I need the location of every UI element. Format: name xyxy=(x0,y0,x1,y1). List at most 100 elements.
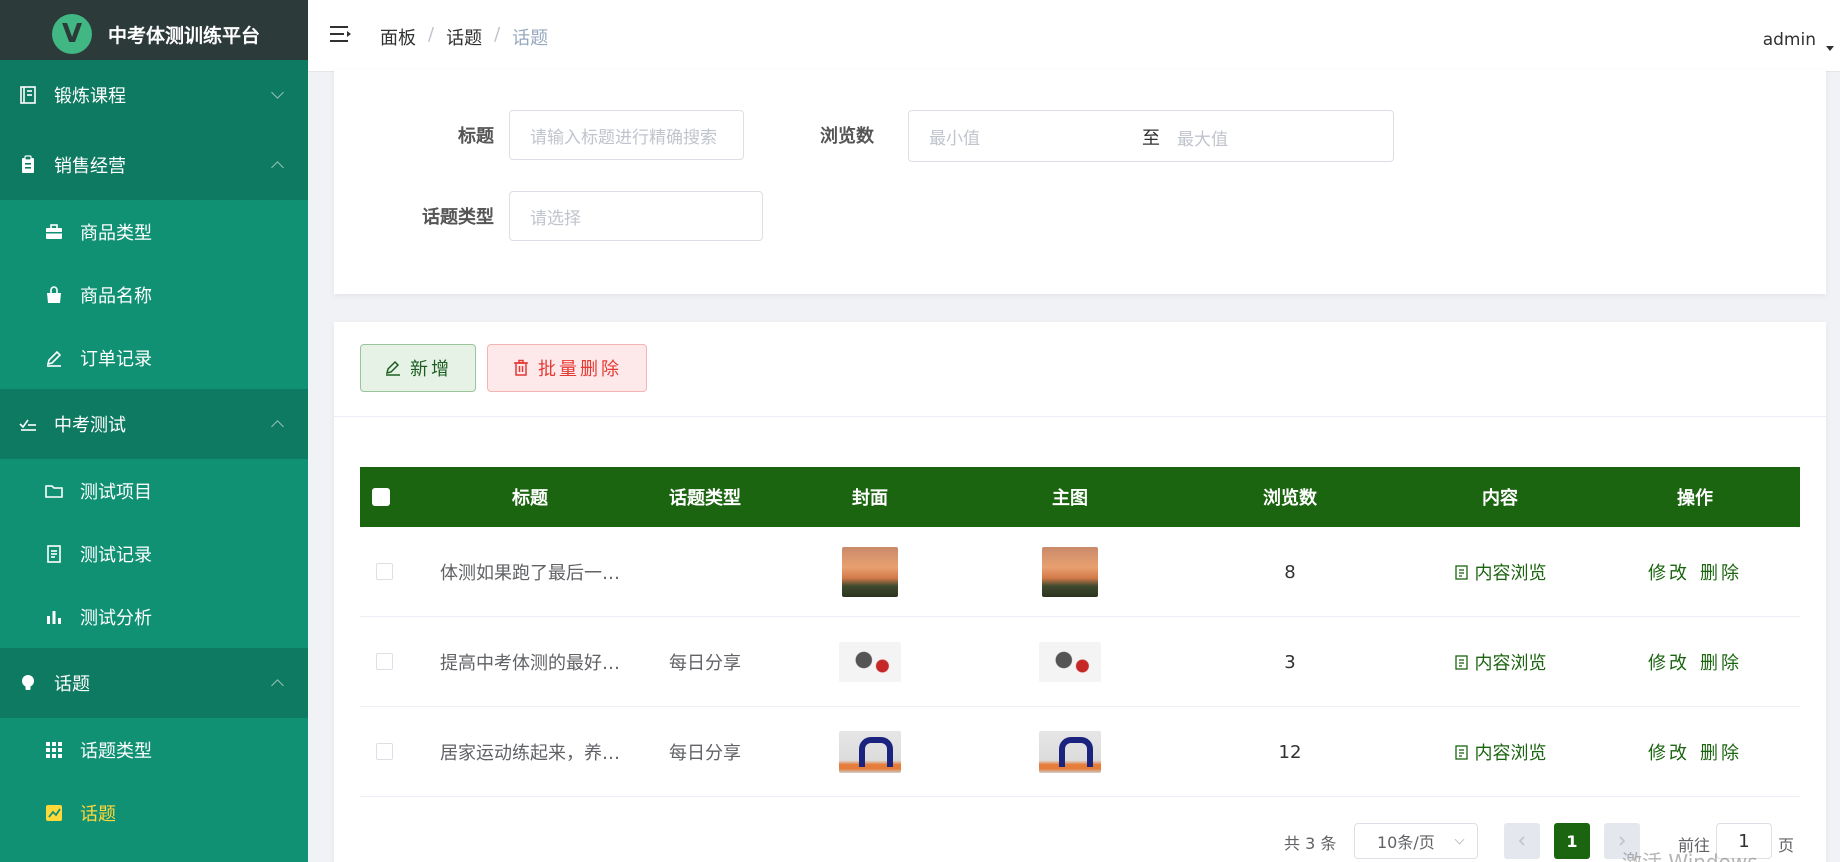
batch-delete-button[interactable]: 批量删除 xyxy=(487,344,647,392)
breadcrumb-item[interactable]: 面板 xyxy=(380,24,416,50)
menu-toggle-icon[interactable] xyxy=(330,24,352,44)
cell-actions: 修改 删除 xyxy=(1600,707,1790,797)
document-icon xyxy=(1454,564,1468,580)
sidebar-item-label: 商品类型 xyxy=(80,222,152,244)
breadcrumb-separator: / xyxy=(428,24,435,45)
sidebar-item-topics[interactable]: 话题 xyxy=(0,781,308,844)
delete-button[interactable]: 删除 xyxy=(1700,559,1742,585)
table-row: 提高中考体测的最好… 每日分享 3 内容浏览 修改 删除 xyxy=(360,617,1800,707)
sidebar-item-label: 话题类型 xyxy=(80,740,152,762)
delete-button[interactable]: 删除 xyxy=(1700,739,1742,765)
top-header: 面板 / 话题 / 话题 admin xyxy=(308,0,1840,72)
document-icon xyxy=(44,544,64,564)
content-view-link[interactable]: 内容浏览 xyxy=(1454,739,1547,765)
divider xyxy=(334,416,1826,417)
add-button[interactable]: 新增 xyxy=(360,344,476,392)
sidebar-group-sales[interactable]: 销售经营 xyxy=(0,130,308,200)
grid-icon xyxy=(44,740,64,760)
cell-title: 提高中考体测的最好… xyxy=(440,653,620,674)
sidebar-item-test-records[interactable]: 测试记录 xyxy=(0,522,308,585)
folder-icon xyxy=(44,481,64,501)
table-row: 居家运动练起来，养… 每日分享 12 内容浏览 修改 删除 xyxy=(360,707,1800,797)
sidebar-group-courses[interactable]: 锻炼课程 xyxy=(0,60,308,130)
cell-actions: 修改 删除 xyxy=(1600,617,1790,707)
cell-image xyxy=(1000,527,1140,617)
sidebar-item-test-analysis[interactable]: 测试分析 xyxy=(0,585,308,648)
range-separator: 至 xyxy=(1142,128,1160,149)
edit-button[interactable]: 修改 xyxy=(1648,649,1690,675)
main-image[interactable] xyxy=(1039,642,1101,682)
sidebar-group-topics[interactable]: 话题 xyxy=(0,648,308,718)
cover-image[interactable] xyxy=(839,731,901,773)
sidebar-item-product-names[interactable]: 商品名称 xyxy=(0,263,308,326)
sidebar-item-product-types[interactable]: 商品类型 xyxy=(0,200,308,263)
app-logo: V xyxy=(52,14,92,54)
edit-button[interactable]: 修改 xyxy=(1648,559,1690,585)
placeholder: 请选择 xyxy=(530,208,581,229)
pagination-total: 共 3 条 xyxy=(1284,834,1337,853)
cover-image[interactable] xyxy=(842,547,898,597)
column-header: 浏览数 xyxy=(1263,488,1317,509)
row-checkbox[interactable] xyxy=(376,743,393,760)
row-checkbox[interactable] xyxy=(376,563,393,580)
book-icon xyxy=(18,85,38,105)
cover-image[interactable] xyxy=(839,642,901,682)
page-number-current[interactable]: 1 xyxy=(1554,823,1590,859)
table-header: 标题 话题类型 封面 主图 浏览数 内容 操作 xyxy=(360,467,1800,527)
cell-type xyxy=(625,527,785,617)
cell-content: 内容浏览 xyxy=(1410,527,1590,617)
content-view-link[interactable]: 内容浏览 xyxy=(1454,559,1547,585)
topic-type-select[interactable]: 请选择 xyxy=(509,191,763,241)
table-panel: 新增 批量删除 标题 话题类型 封面 主图 浏览数 内容 操作 体测如果跑了最后… xyxy=(334,322,1826,862)
content-view-label: 内容浏览 xyxy=(1474,563,1547,584)
cell-image xyxy=(1000,707,1140,797)
content-view-link[interactable]: 内容浏览 xyxy=(1454,649,1547,675)
briefcase-icon xyxy=(44,222,64,242)
page-suffix: 页 xyxy=(1778,836,1795,855)
title-search-input[interactable]: 请输入标题进行精确搜索 xyxy=(509,110,744,160)
views-max-placeholder: 最大值 xyxy=(1177,130,1228,150)
add-button-label: 新增 xyxy=(410,359,452,380)
trash-icon xyxy=(514,359,528,376)
cell-title: 体测如果跑了最后一… xyxy=(440,563,620,584)
windows-watermark: 激活 Windows xyxy=(1622,850,1758,862)
column-header: 封面 xyxy=(852,488,888,509)
row-checkbox[interactable] xyxy=(376,653,393,670)
title-label: 标题 xyxy=(458,126,494,147)
breadcrumb-item[interactable]: 话题 xyxy=(446,24,482,50)
main-image[interactable] xyxy=(1039,731,1101,773)
topic-type-label: 话题类型 xyxy=(422,207,494,228)
edit-icon xyxy=(385,360,400,376)
sidebar-group-exam[interactable]: 中考测试 xyxy=(0,389,308,459)
caret-down-icon[interactable] xyxy=(1826,46,1834,51)
breadcrumb-current: 话题 xyxy=(512,28,549,49)
sidebar-item-orders[interactable]: 订单记录 xyxy=(0,326,308,389)
prev-page-button[interactable] xyxy=(1504,823,1540,859)
cell-image xyxy=(1000,617,1140,707)
main-image[interactable] xyxy=(1042,547,1098,597)
cell-type: 每日分享 xyxy=(669,743,741,764)
breadcrumb: 面板 / 话题 / 话题 xyxy=(380,24,548,50)
clipboard-icon xyxy=(18,155,38,175)
delete-button[interactable]: 删除 xyxy=(1700,649,1742,675)
select-all-checkbox[interactable] xyxy=(372,488,390,506)
sidebar-item-test-items[interactable]: 测试项目 xyxy=(0,459,308,522)
column-header: 操作 xyxy=(1677,488,1713,509)
edit-button[interactable]: 修改 xyxy=(1648,739,1690,765)
trend-chart-icon xyxy=(44,803,64,823)
sidebar-group-label: 锻炼课程 xyxy=(54,86,126,107)
content-view-label: 内容浏览 xyxy=(1474,653,1547,674)
sidebar-group-label: 中考测试 xyxy=(54,415,126,436)
cell-type: 每日分享 xyxy=(669,653,741,674)
user-menu[interactable]: admin xyxy=(1763,30,1816,50)
pencil-icon xyxy=(44,348,64,368)
chevron-down-icon xyxy=(1454,834,1465,845)
sidebar: V 中考体测训练平台 锻炼课程 销售经营 商品类型 商品名称 订单记录 中考测试… xyxy=(0,0,308,862)
cell-cover xyxy=(790,527,950,617)
page-size-select[interactable]: 10条/页 xyxy=(1354,823,1478,859)
sidebar-item-label: 订单记录 xyxy=(80,348,152,370)
sidebar-item-topic-types[interactable]: 话题类型 xyxy=(0,718,308,781)
column-header: 标题 xyxy=(512,488,548,509)
search-form: 标题 请输入标题进行精确搜索 浏览数 最小值 至 最大值 话题类型 请选择 xyxy=(334,70,1826,294)
chevron-up-icon xyxy=(271,420,284,433)
